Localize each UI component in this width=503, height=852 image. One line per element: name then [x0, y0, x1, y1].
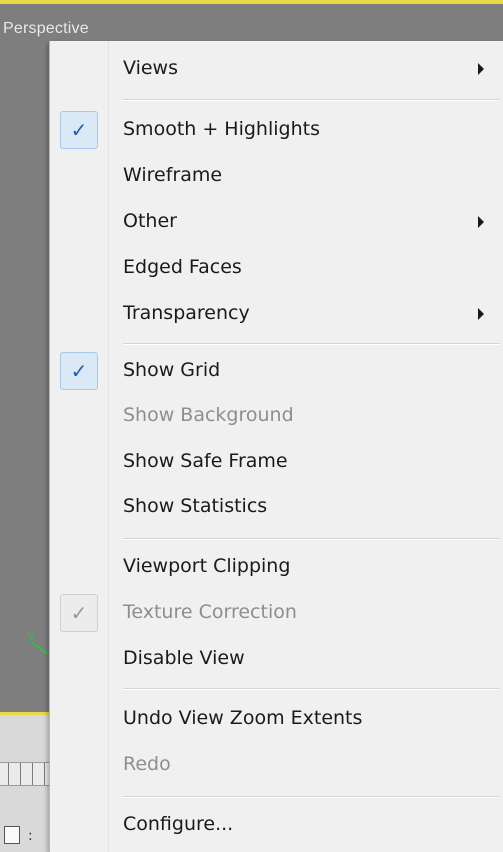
menu-item-label: Show Grid — [123, 359, 221, 381]
menu-item-label: Texture Correction — [123, 601, 297, 623]
ruler-tick — [44, 763, 45, 785]
menu-separator — [123, 796, 500, 798]
menu-item-label: Wireframe — [123, 164, 223, 186]
menu-item-configure[interactable]: Configure... — [50, 803, 503, 847]
menu-item-label: Transparency — [123, 302, 250, 324]
menu-item-label: Redo — [123, 753, 171, 775]
submenu-arrow-icon — [478, 308, 484, 320]
menu-item-show-safe-frame[interactable]: Show Safe Frame — [50, 440, 503, 484]
ruler-tick — [8, 763, 9, 785]
checkmark-icon: ✓ — [60, 352, 98, 390]
menu-item-label: Show Background — [123, 404, 294, 426]
menu-item-label: Edged Faces — [123, 256, 242, 278]
ruler-tick — [20, 763, 21, 785]
panel-lock-icon[interactable] — [4, 826, 20, 844]
panel-separator-icon: : — [28, 828, 33, 844]
menu-item-undo-view-zoom-extents[interactable]: Undo View Zoom Extents — [50, 697, 503, 741]
menu-item-label: Viewport Clipping — [123, 555, 291, 577]
menu-separator — [123, 538, 500, 540]
menu-item-show-grid[interactable]: ✓ Show Grid — [50, 349, 503, 393]
menu-item-label: Configure... — [123, 813, 234, 835]
menu-item-label: Show Safe Frame — [123, 450, 288, 472]
viewport-label[interactable]: Perspective — [3, 20, 89, 38]
menu-item-label: Show Statistics — [123, 495, 268, 517]
menu-item-label: Disable View — [123, 647, 245, 669]
checkmark-icon: ✓ — [60, 594, 98, 632]
menu-item-transparency[interactable]: Transparency — [50, 292, 503, 336]
submenu-arrow-icon — [478, 63, 484, 75]
menu-item-show-statistics[interactable]: Show Statistics — [50, 485, 503, 529]
menu-item-show-background[interactable]: Show Background — [50, 394, 503, 438]
axis-gizmo-icon — [31, 642, 49, 656]
menu-separator — [123, 688, 500, 690]
axis-gizmo-y-label: y — [28, 628, 34, 642]
menu-item-viewport-clipping[interactable]: Viewport Clipping — [50, 545, 503, 589]
menu-item-label: Views — [123, 57, 178, 79]
menu-item-label: Smooth + Highlights — [123, 118, 320, 140]
menu-item-edged-faces[interactable]: Edged Faces — [50, 246, 503, 290]
menu-item-views[interactable]: Views — [50, 47, 503, 91]
menu-item-disable-view[interactable]: Disable View — [50, 637, 503, 681]
ruler-tick — [32, 763, 33, 785]
menu-item-redo[interactable]: Redo — [50, 743, 503, 787]
menu-item-texture-correction[interactable]: ✓ Texture Correction — [50, 591, 503, 635]
menu-separator — [123, 343, 500, 345]
menu-item-smooth-highlights[interactable]: ✓ Smooth + Highlights — [50, 108, 503, 152]
submenu-arrow-icon — [478, 216, 484, 228]
menu-separator — [123, 99, 500, 101]
menu-item-label: Other — [123, 210, 177, 232]
menu-item-label: Undo View Zoom Extents — [123, 707, 363, 729]
viewport-context-menu: Views ✓ Smooth + Highlights Wireframe Ot… — [49, 41, 503, 852]
menu-item-other[interactable]: Other — [50, 200, 503, 244]
menu-item-wireframe[interactable]: Wireframe — [50, 154, 503, 198]
checkmark-icon: ✓ — [60, 111, 98, 149]
viewport-active-border — [0, 0, 503, 4]
